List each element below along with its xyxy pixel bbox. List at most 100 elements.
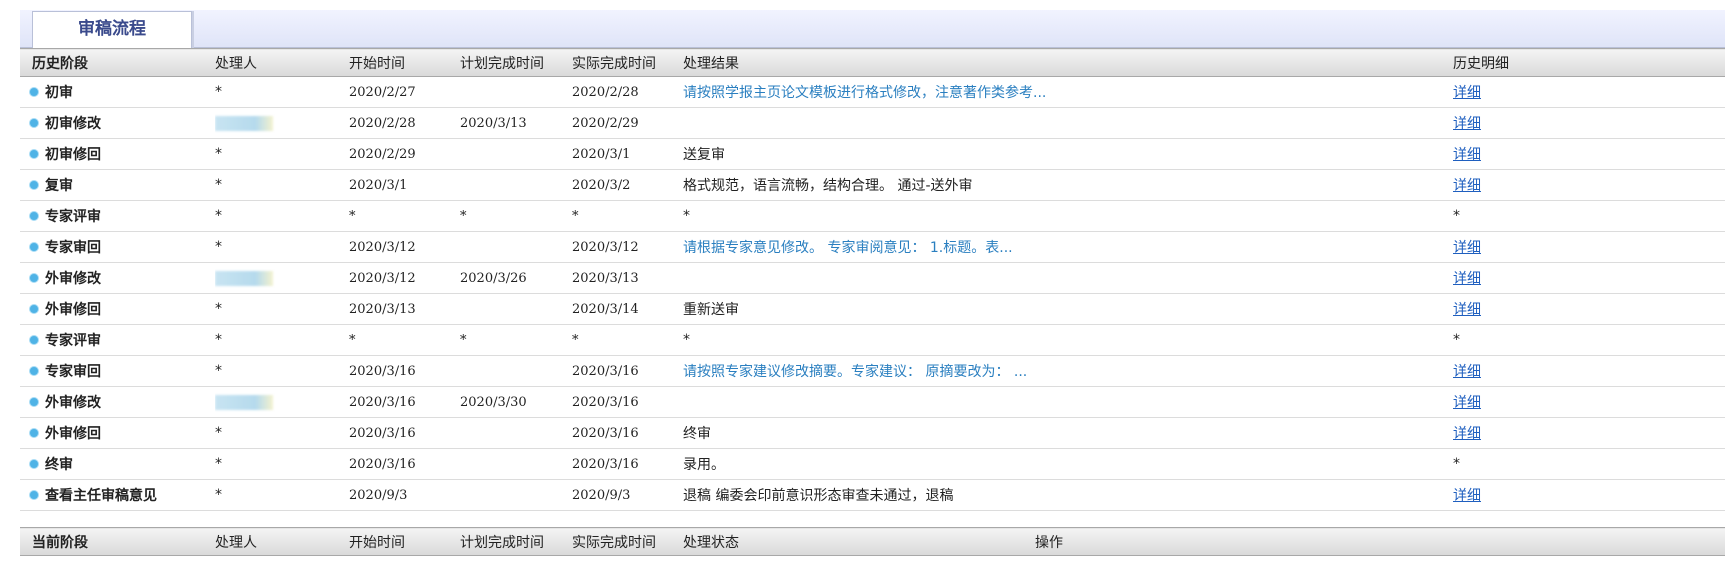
start-time-cell: * xyxy=(349,324,460,356)
stage-label: 外审修回 xyxy=(45,426,101,442)
detail-link[interactable]: 详细 xyxy=(1453,116,1481,132)
history-table: 历史阶段 处理人 开始时间 计划完成时间 实际完成时间 处理结果 历史明细 初审… xyxy=(20,48,1725,527)
start-time-cell: 2020/2/27 xyxy=(349,76,460,108)
header-actual-finish: 实际完成时间 xyxy=(572,48,683,77)
detail-link[interactable]: 详细 xyxy=(1453,364,1481,380)
handler-text: * xyxy=(215,456,222,472)
stage-label: 外审修改 xyxy=(45,271,101,287)
detail-cell: 详细 xyxy=(1453,479,1725,511)
detail-link[interactable]: 详细 xyxy=(1453,178,1481,194)
stage-cell: 终审 xyxy=(20,448,215,480)
detail-link[interactable]: 详细 xyxy=(1453,271,1481,287)
header-current-handler: 处理人 xyxy=(215,527,349,556)
detail-link[interactable]: 详细 xyxy=(1453,302,1481,318)
stage-cell: 专家评审 xyxy=(20,324,215,356)
detail-cell: 详细 xyxy=(1453,169,1725,201)
handler-text: * xyxy=(215,487,222,503)
header-planned-finish: 计划完成时间 xyxy=(460,48,572,77)
detail-cell: * xyxy=(1453,448,1725,480)
history-rows: 初审 * 2020/2/27 2020/2/28 请按照学报主页论文模板进行格式修改，注… xyxy=(20,76,1725,511)
result-text: 送复审 xyxy=(683,147,725,163)
actual-finish-cell: 2020/3/16 xyxy=(572,355,683,387)
start-time-cell: * xyxy=(349,200,460,232)
handler-cell xyxy=(215,262,349,294)
result-link[interactable]: 请按照学报主页论文模板进行格式修改，注意著作类参考... xyxy=(683,85,1046,101)
handler-cell: * xyxy=(215,76,349,108)
circle-bullet-icon xyxy=(29,149,39,159)
actual-finish-cell: * xyxy=(572,324,683,356)
planned-finish-cell: 2020/3/26 xyxy=(460,262,572,294)
start-time-cell: 2020/3/12 xyxy=(349,262,460,294)
handler-cell: * xyxy=(215,231,349,263)
planned-finish-cell xyxy=(460,355,572,387)
stage-label: 专家评审 xyxy=(45,209,101,225)
detail-cell: 详细 xyxy=(1453,355,1725,387)
detail-cell: 详细 xyxy=(1453,231,1725,263)
table-row: 复审 * 2020/3/1 2020/3/2 格式规范，语言流畅，结构合理。 通过-送外… xyxy=(20,169,1725,201)
planned-finish-cell xyxy=(460,76,572,108)
stage-cell: 初审修改 xyxy=(20,107,215,139)
actual-finish-cell: 2020/3/12 xyxy=(572,231,683,263)
result-cell: * xyxy=(683,200,1453,232)
detail-cell: * xyxy=(1453,200,1725,232)
circle-bullet-icon xyxy=(29,490,39,500)
actual-finish-cell: 2020/3/1 xyxy=(572,138,683,170)
result-link[interactable]: 请根据专家意见修改。 专家审阅意见： 1.标题。表... xyxy=(683,240,1013,256)
actual-finish-cell: 2020/3/13 xyxy=(572,262,683,294)
detail-link[interactable]: 详细 xyxy=(1453,85,1481,101)
handler-text: * xyxy=(215,84,222,100)
result-cell: 录用。 xyxy=(683,448,1453,480)
tab-review-process[interactable]: 审稿流程 xyxy=(32,11,192,48)
detail-link[interactable]: 详细 xyxy=(1453,240,1481,256)
stage-cell: 外审修改 xyxy=(20,262,215,294)
table-row: 终审 * 2020/3/16 2020/3/16 录用。 * xyxy=(20,448,1725,480)
header-current-planned: 计划完成时间 xyxy=(460,527,572,556)
handler-text: * xyxy=(215,239,222,255)
stage-cell: 复审 xyxy=(20,169,215,201)
handler-cell: * xyxy=(215,479,349,511)
handler-text: * xyxy=(215,301,222,317)
table-row: 初审修改 2020/2/28 2020/3/13 2020/2/29 详细 xyxy=(20,107,1725,139)
detail-link[interactable]: 详细 xyxy=(1453,488,1481,504)
stage-label: 外审修回 xyxy=(45,302,101,318)
detail-cell: 详细 xyxy=(1453,76,1725,108)
table-row: 专家评审 * * * * * * xyxy=(20,324,1725,356)
planned-finish-cell: 2020/3/30 xyxy=(460,386,572,418)
actual-finish-cell: 2020/3/16 xyxy=(572,386,683,418)
spacer-cell xyxy=(20,511,1725,528)
table-row: 外审修回 * 2020/3/13 2020/3/14 重新送审 详细 xyxy=(20,293,1725,325)
table-row: 查看主任审稿意见 * 2020/9/3 2020/9/3 退稿 编委会印前意识形态审查未… xyxy=(20,479,1725,511)
start-time-cell: 2020/9/3 xyxy=(349,479,460,511)
stage-cell: 初审 xyxy=(20,76,215,108)
detail-link[interactable]: 详细 xyxy=(1453,395,1481,411)
stage-label: 初审修回 xyxy=(45,147,101,163)
stage-label: 外审修改 xyxy=(45,395,101,411)
planned-finish-cell: * xyxy=(460,200,572,232)
result-cell: 重新送审 xyxy=(683,293,1453,325)
detail-cell: 详细 xyxy=(1453,293,1725,325)
header-start-time: 开始时间 xyxy=(349,48,460,77)
stage-label: 专家审回 xyxy=(45,364,101,380)
result-link[interactable]: 请按照专家建议修改摘要。专家建议： 原摘要改为： ... xyxy=(683,364,1027,380)
result-text: 格式规范，语言流畅，结构合理。 通过-送外审 xyxy=(683,178,973,194)
detail-link[interactable]: 详细 xyxy=(1453,147,1481,163)
detail-text: * xyxy=(1453,332,1460,348)
handler-cell xyxy=(215,107,349,139)
table-row: 外审修改 2020/3/16 2020/3/30 2020/3/16 详细 xyxy=(20,386,1725,418)
circle-bullet-icon xyxy=(29,242,39,252)
result-cell: * xyxy=(683,324,1453,356)
circle-bullet-icon xyxy=(29,118,39,128)
result-cell: 请根据专家意见修改。 专家审阅意见： 1.标题。表... xyxy=(683,231,1453,263)
result-text: 退稿 编委会印前意识形态审查未通过，退稿 xyxy=(683,488,954,504)
circle-bullet-icon xyxy=(29,180,39,190)
detail-link[interactable]: 详细 xyxy=(1453,426,1481,442)
result-cell: 送复审 xyxy=(683,138,1453,170)
detail-cell: 详细 xyxy=(1453,262,1725,294)
start-time-cell: 2020/2/28 xyxy=(349,107,460,139)
detail-cell: 详细 xyxy=(1453,386,1725,418)
actual-finish-cell: 2020/2/29 xyxy=(572,107,683,139)
circle-bullet-icon xyxy=(29,335,39,345)
circle-bullet-icon xyxy=(29,397,39,407)
stage-cell: 专家审回 xyxy=(20,231,215,263)
result-text: 重新送审 xyxy=(683,302,739,318)
